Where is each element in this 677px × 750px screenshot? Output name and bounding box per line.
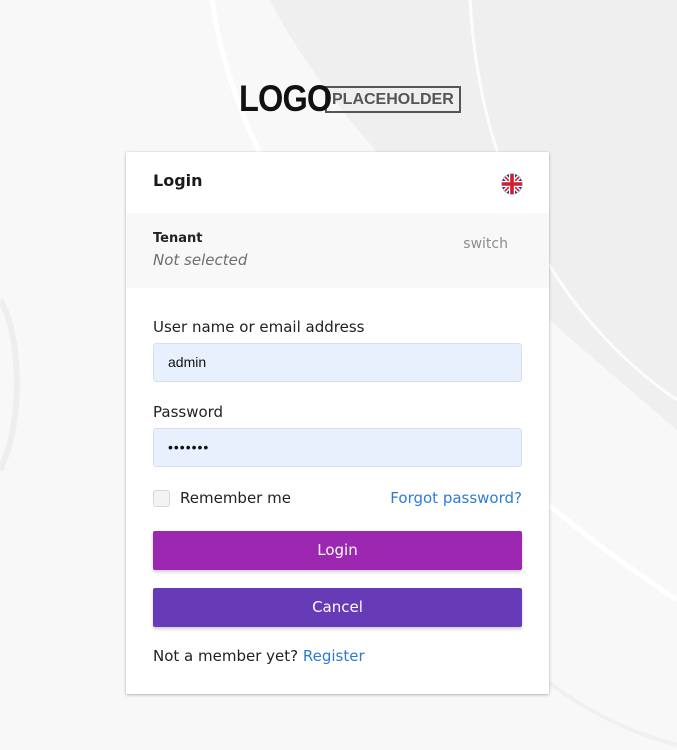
tenant-value: Not selected [153, 251, 248, 269]
tenant-switch-link[interactable]: switch [463, 236, 508, 252]
register-link[interactable]: Register [303, 647, 365, 665]
tenant-section: Tenant Not selected switch [126, 213, 549, 288]
remember-me-label[interactable]: Remember me [180, 489, 291, 507]
register-row: Not a member yet? Register [153, 647, 522, 665]
login-button[interactable]: Login [153, 531, 522, 570]
logo-placeholder-box: PLACEHOLDER [325, 85, 461, 113]
username-input[interactable]: admin [153, 343, 522, 382]
register-prompt: Not a member yet? [153, 647, 303, 665]
uk-flag-icon[interactable] [501, 173, 523, 195]
cancel-button[interactable]: Cancel [153, 588, 522, 627]
login-card: Login Tenant Not selected switch User na… [126, 152, 549, 694]
remember-row: Remember me Forgot password? [153, 488, 522, 508]
logo: LOGO PLACEHOLDER [239, 78, 461, 119]
remember-me: Remember me [153, 489, 291, 507]
username-label: User name or email address [153, 318, 365, 336]
tenant-label: Tenant [153, 231, 203, 246]
password-label: Password [153, 403, 224, 421]
logo-wordmark: LOGO [239, 78, 332, 119]
card-title: Login [153, 171, 203, 190]
card-header: Login [126, 152, 549, 213]
login-form: User name or email address admin Passwor… [153, 288, 522, 665]
remember-me-checkbox[interactable] [153, 489, 170, 507]
password-input[interactable]: ••••••• [153, 428, 522, 467]
forgot-password-link[interactable]: Forgot password? [390, 489, 522, 507]
